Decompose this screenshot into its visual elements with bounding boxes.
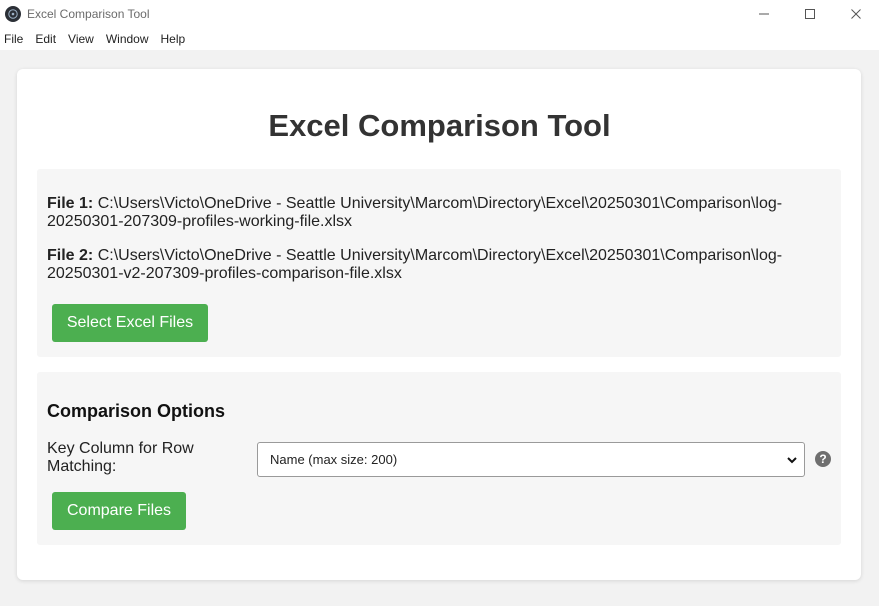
comparison-options-heading: Comparison Options (47, 401, 226, 421)
menu-bar: File Edit View Window Help (0, 28, 879, 50)
close-icon (851, 9, 861, 19)
key-column-selected-value: Name (max size: 200) (270, 452, 398, 467)
file2-path-line1: C:\Users\Victo\OneDrive - Seattle Univer… (97, 247, 783, 264)
chevron-down-icon (787, 457, 797, 464)
page-title: Excel Comparison Tool (268, 108, 611, 143)
maximize-button[interactable] (787, 0, 833, 28)
close-button[interactable] (833, 0, 879, 28)
file1-label: File 1: (47, 195, 94, 212)
select-excel-files-button[interactable]: Select Excel Files (52, 304, 208, 342)
menu-help[interactable]: Help (155, 32, 192, 46)
menu-edit[interactable]: Edit (29, 32, 62, 46)
window-controls (741, 0, 879, 28)
window-title: Excel Comparison Tool (27, 7, 150, 21)
maximize-icon (805, 9, 815, 19)
file1-info: File 1: C:\Users\Victo\OneDrive - Seattl… (47, 195, 807, 231)
menu-view[interactable]: View (62, 32, 100, 46)
file1-path-line1: C:\Users\Victo\OneDrive - Seattle Univer… (97, 195, 783, 212)
file2-path-line2: 20250301-v2-207309-profiles-comparison-f… (47, 265, 402, 282)
key-column-select[interactable]: Name (max size: 200) (257, 442, 805, 477)
key-column-label: Key Column for Row Matching: (47, 440, 194, 475)
app-logo-icon (5, 6, 21, 22)
compare-files-button[interactable]: Compare Files (52, 492, 186, 530)
file2-label: File 2: (47, 247, 94, 264)
menu-file[interactable]: File (0, 32, 29, 46)
file1-path-line2: 20250301-207309-profiles-working-file.xl… (47, 213, 353, 230)
window-titlebar: Excel Comparison Tool (0, 0, 879, 28)
menu-window[interactable]: Window (100, 32, 155, 46)
file2-info: File 2: C:\Users\Victo\OneDrive - Seattl… (47, 247, 807, 283)
minimize-icon (759, 13, 769, 15)
minimize-button[interactable] (741, 0, 787, 28)
help-icon[interactable]: ? (815, 451, 831, 467)
